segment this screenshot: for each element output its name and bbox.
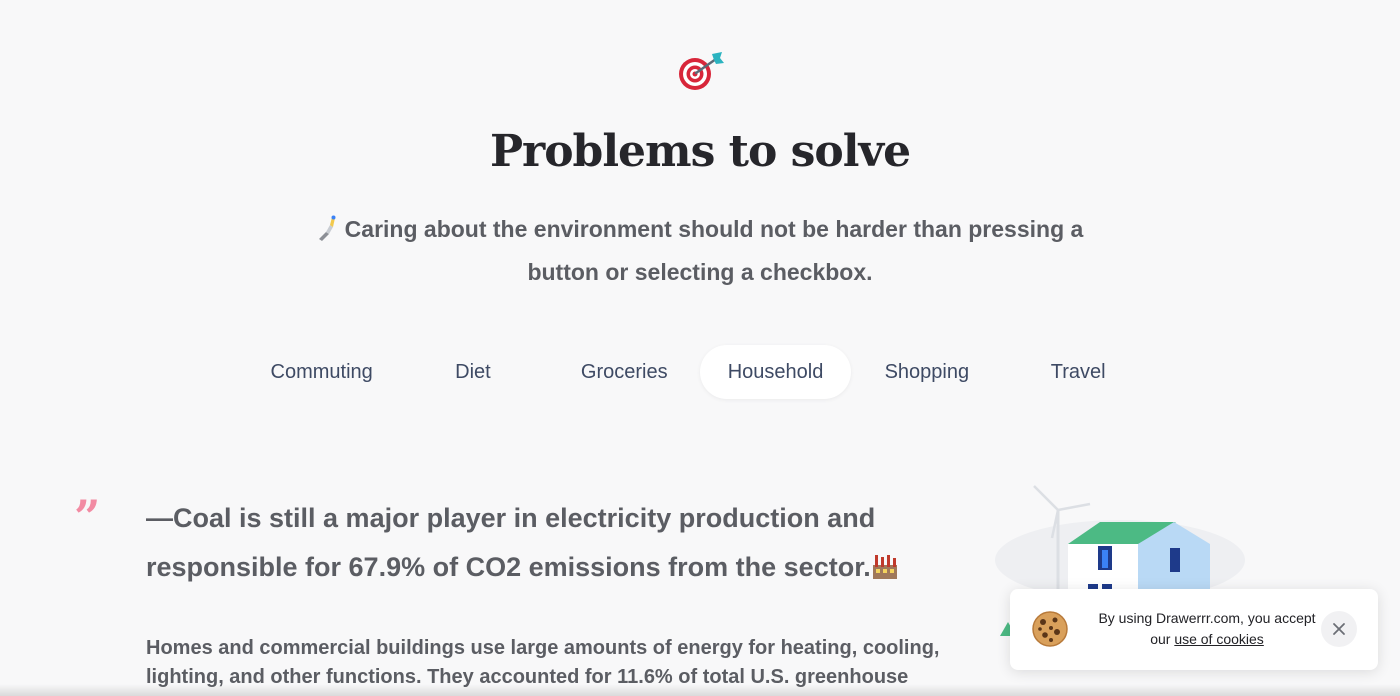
subtitle: Caring about the environment should not … — [300, 208, 1100, 294]
tab-label: Diet — [455, 360, 491, 383]
category-tabs: Commuting Diet Groceries Household Shopp… — [246, 345, 1154, 399]
tab-label: Groceries — [580, 360, 668, 383]
subtitle-text: Caring about the environment should not … — [344, 216, 1084, 285]
tab-label: Shopping — [884, 360, 970, 383]
cookie-close-button[interactable] — [1321, 611, 1357, 647]
target-dart-icon — [679, 52, 724, 90]
tab-label: Travel — [1050, 360, 1106, 383]
bottom-shadow — [0, 684, 1400, 696]
tab-groceries[interactable]: Groceries — [549, 345, 700, 399]
page-title: Problems to solve — [489, 126, 911, 177]
tab-label: Household — [727, 360, 824, 383]
page: Problems to solve Caring about the envir… — [0, 0, 1400, 696]
close-icon — [1333, 623, 1345, 635]
quote-text: —Coal is still a major player in electri… — [146, 503, 876, 582]
tab-household[interactable]: Household — [699, 345, 852, 399]
factory-icon — [872, 555, 897, 579]
cookie-icon — [1032, 611, 1068, 647]
tab-shopping[interactable]: Shopping — [851, 345, 1002, 399]
hand-pointing-icon — [318, 215, 336, 241]
quote-mark-icon: ” — [74, 490, 101, 544]
tab-travel[interactable]: Travel — [1002, 345, 1153, 399]
cookie-message: By using Drawerrr.com, you accept our us… — [1092, 608, 1322, 650]
cookie-banner: By using Drawerrr.com, you accept our us… — [1010, 589, 1378, 670]
tab-diet[interactable]: Diet — [397, 345, 548, 399]
tab-commuting[interactable]: Commuting — [246, 345, 397, 399]
tab-label: Commuting — [270, 360, 373, 383]
quote: —Coal is still a major player in electri… — [146, 494, 926, 592]
cookie-policy-link[interactable]: use of cookies — [1174, 631, 1264, 647]
